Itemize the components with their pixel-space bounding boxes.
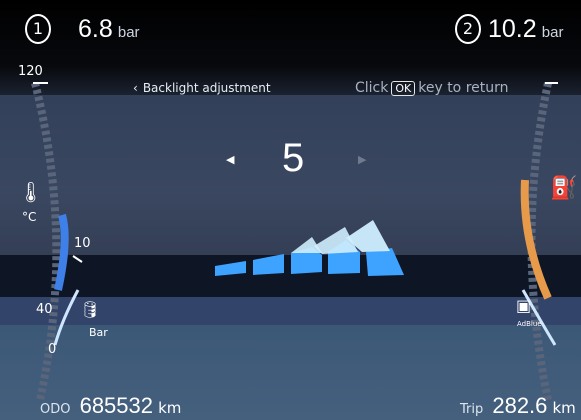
odo-unit: km <box>158 399 182 417</box>
level-bar-1 <box>215 261 246 276</box>
left-scale-bottom: 0 <box>48 342 57 357</box>
trip-value: 282.6 <box>492 393 548 418</box>
adblue-label: AdBlue <box>517 320 542 328</box>
odo-label: ODO <box>40 402 71 417</box>
right-gauge-scale <box>527 82 552 401</box>
oil-can-icon: 🛢 <box>80 300 101 319</box>
left-tick-mid <box>72 255 83 263</box>
coolant-temperature-icon: 🌡 <box>18 180 44 204</box>
trip-unit: km <box>552 399 576 417</box>
adblue-icon: ▣ <box>516 296 532 315</box>
backlight-level-graphic <box>31 82 558 401</box>
fuel-pump-icon: ⛽ <box>550 176 578 201</box>
left-scale-top: 120 <box>18 64 43 79</box>
trip-label: Trip <box>460 402 484 417</box>
left-scale-mid: 40 <box>36 302 53 317</box>
oil-unit: Bar <box>89 326 108 339</box>
level-bar-2 <box>253 254 284 275</box>
level-bar-5 <box>366 248 404 276</box>
trip-meter: Trip 282.6 km <box>460 393 576 419</box>
oil-pressure-bar <box>53 289 80 346</box>
odo-value: 685532 <box>79 393 153 418</box>
oil-scale-label: 10 <box>74 236 91 251</box>
temperature-unit: °C <box>22 210 37 224</box>
odometer: ODO 685532 km <box>40 393 181 419</box>
